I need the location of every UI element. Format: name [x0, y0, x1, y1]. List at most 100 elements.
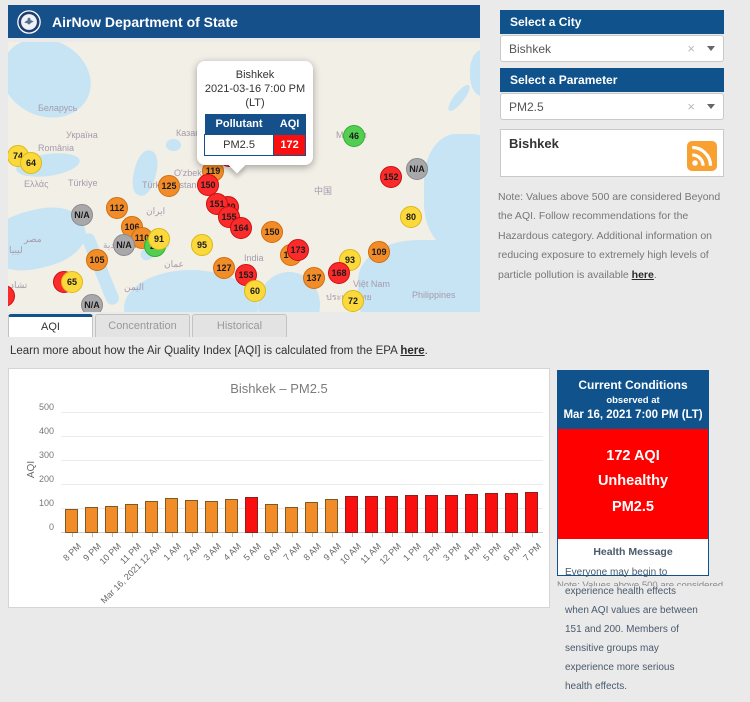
- aqi-marker[interactable]: 95: [191, 234, 213, 256]
- aqi-value: 172 AQI: [562, 444, 704, 469]
- parameter-select[interactable]: PM2.5 ×: [500, 93, 724, 120]
- chart-x-tick-label: 7 PM: [521, 541, 543, 563]
- chart-x-tick: [172, 533, 173, 537]
- chart-y-tick-label: 300: [39, 450, 54, 460]
- chart-x-tick: [432, 533, 433, 537]
- chart-x-tick-label: 5 PM: [481, 541, 503, 563]
- map-place-label: România: [38, 143, 74, 153]
- chart-x-tick: [452, 533, 453, 537]
- chart-bar: [285, 507, 298, 533]
- chart-bar: [445, 495, 458, 533]
- chart-gridline: [61, 460, 543, 461]
- chart-bar: [65, 509, 78, 533]
- map[interactable]: БеларусьУкраїнаRomâniaΕλλάςTürkiyeКазақс…: [8, 42, 480, 312]
- chart-bar: [245, 497, 258, 533]
- city-clear-icon[interactable]: ×: [679, 41, 703, 56]
- map-place-label: Türkiye: [68, 178, 98, 188]
- chart-gridline: [61, 412, 543, 413]
- epa-link[interactable]: here: [400, 345, 424, 357]
- map-place-label: Беларусь: [38, 103, 77, 113]
- aqi-marker[interactable]: N/A: [113, 234, 135, 256]
- chart-x-tick: [272, 533, 273, 537]
- map-place-label: مصر: [24, 234, 42, 245]
- tab-bar: AQI Concentration Historical: [8, 314, 289, 337]
- aqi-marker[interactable]: 164: [230, 217, 252, 239]
- app-header: AirNow Department of State: [8, 5, 480, 38]
- rss-feed-city: Bishkek: [509, 136, 715, 151]
- chart-x-tick: [492, 533, 493, 537]
- sea-shape: [470, 50, 480, 96]
- aqi-marker[interactable]: 60: [244, 280, 266, 302]
- chart-bar: [465, 494, 478, 533]
- chart-x-tick: [392, 533, 393, 537]
- chart-x-tick-label: 10 AM: [337, 541, 362, 566]
- chart-bar: [125, 504, 138, 533]
- chart-x-tick: [472, 533, 473, 537]
- tab-concentration[interactable]: Concentration: [95, 314, 190, 337]
- aqi-marker[interactable]: 150: [261, 221, 283, 243]
- aqi-marker[interactable]: 72: [342, 290, 364, 312]
- chart-x-tick-label: 11 AM: [358, 541, 383, 566]
- chart-x-tick-label: 5 AM: [241, 541, 263, 563]
- observed-at-label: observed at: [562, 395, 704, 406]
- popup-aqi-header: AQI: [274, 114, 306, 135]
- chart-x-tick-label: 2 AM: [181, 541, 203, 563]
- health-message-title: Health Message: [565, 546, 701, 558]
- aqi-marker[interactable]: 46: [343, 125, 365, 147]
- map-popup: Bishkek 2021-03-16 7:00 PM (LT) Pollutan…: [197, 61, 313, 165]
- aqi-marker[interactable]: 65: [61, 271, 83, 293]
- aqi-marker[interactable]: N/A: [406, 158, 428, 180]
- aqi-marker[interactable]: 80: [400, 206, 422, 228]
- lake-baikal-shape: [445, 82, 473, 113]
- aqi-marker[interactable]: 168: [328, 262, 350, 284]
- map-place-label: 中国: [314, 184, 332, 197]
- sidebar-note: Note: Values above 500 are considered Be…: [498, 188, 736, 285]
- chart-x-tick: [372, 533, 373, 537]
- chart-gridline: [61, 484, 543, 485]
- chart-x-tick: [292, 533, 293, 537]
- city-panel-title: Select a City: [500, 10, 724, 34]
- aqi-marker[interactable]: 152: [380, 166, 402, 188]
- parameter-panel: Select a Parameter PM2.5 ×: [500, 68, 724, 120]
- health-message-block: Health Message Everyone may begin to exp…: [558, 539, 708, 702]
- aqi-marker[interactable]: 173: [287, 239, 309, 261]
- aqi-marker[interactable]: 125: [158, 175, 180, 197]
- chart-bar: [385, 496, 398, 533]
- chart-x-tick: [512, 533, 513, 537]
- aqi-marker[interactable]: 137: [303, 267, 325, 289]
- map-place-label: Ελλάς: [24, 179, 48, 189]
- aqi-marker[interactable]: 127: [213, 257, 235, 279]
- current-conditions-panel: Current Conditions observed at Mar 16, 2…: [557, 370, 709, 576]
- chart-x-tick-label: 3 PM: [441, 541, 463, 563]
- aqi-marker[interactable]: 109: [368, 241, 390, 263]
- city-select[interactable]: Bishkek ×: [500, 35, 724, 62]
- popup-table: Pollutant AQI PM2.5 172: [204, 114, 306, 156]
- popup-city: Bishkek: [204, 69, 306, 83]
- sea-shape: [424, 134, 480, 250]
- chart-bar: [525, 492, 538, 533]
- chart-panel: Bishkek – PM2.5 AQI 01002003004005008 PM…: [8, 368, 550, 608]
- chart-bar: [225, 499, 238, 533]
- tab-aqi[interactable]: AQI: [8, 314, 93, 337]
- chart-x-tick: [92, 533, 93, 537]
- aqi-marker[interactable]: N/A: [81, 294, 103, 312]
- rss-icon[interactable]: [687, 141, 717, 171]
- parameter-clear-icon[interactable]: ×: [679, 99, 703, 114]
- tab-historical[interactable]: Historical: [192, 314, 287, 337]
- aqi-marker[interactable]: 105: [86, 249, 108, 271]
- aqi-marker[interactable]: 112: [106, 197, 128, 219]
- chart-plot-area: 01002003004005008 PM9 PM10 PM11 PMMar 16…: [61, 407, 543, 533]
- chart-x-tick-label: 7 AM: [281, 541, 303, 563]
- aqi-marker[interactable]: 64: [20, 152, 42, 174]
- chart-x-tick: [152, 533, 153, 537]
- parameter-caret-icon[interactable]: [707, 104, 715, 109]
- sidebar-note-link[interactable]: here: [632, 269, 654, 281]
- chart-x-tick-label: 3 AM: [201, 541, 223, 563]
- aqi-marker[interactable]: N/A: [71, 204, 93, 226]
- chart-x-tick-label: 2 PM: [421, 541, 443, 563]
- aqi-pollutant: PM2.5: [562, 495, 704, 520]
- aqi-marker[interactable]: 91: [148, 228, 170, 250]
- chart-bar: [205, 501, 218, 533]
- city-caret-icon[interactable]: [707, 46, 715, 51]
- popup-tail: [229, 157, 246, 174]
